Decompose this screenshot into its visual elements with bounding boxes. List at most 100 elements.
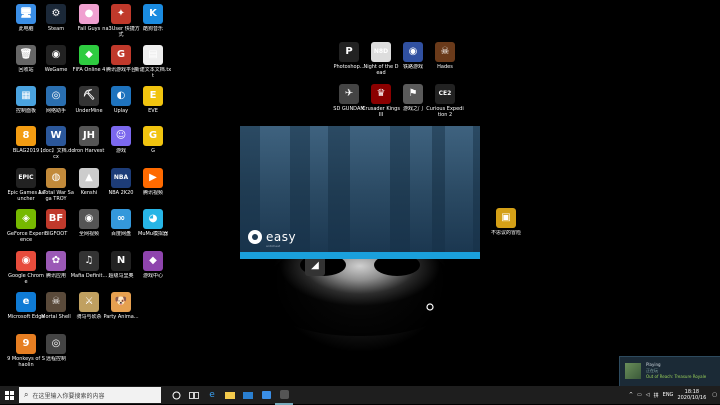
taskbar-app-explorer[interactable] — [221, 386, 239, 404]
taskbar-app-game[interactable] — [275, 385, 293, 405]
easy-logo-subtitle: anticheat — [266, 244, 281, 248]
store-icon — [261, 391, 271, 399]
kuaiya-icon: K — [143, 4, 163, 24]
input-method-icon[interactable]: 拼 — [654, 392, 659, 399]
mouse-cursor-icon — [426, 303, 434, 311]
fifa-icon: ◆ — [79, 45, 99, 65]
nba-icon: NBA — [111, 168, 131, 188]
discord-icon: ☺ — [111, 126, 131, 146]
desktop-icon-label: EVE — [148, 108, 158, 114]
hades-icon: ☠ — [435, 42, 455, 62]
icon-hades[interactable]: ☠ Hades — [426, 42, 464, 70]
desktop-icon-label: Hades — [437, 64, 453, 70]
splash-progress-bar — [240, 252, 480, 259]
desktop-icon-label: MuMu模拟器 — [138, 231, 168, 237]
bigfoot-icon: BF — [46, 209, 66, 229]
notification-center-icon[interactable]: ▢ — [712, 392, 717, 398]
clock-date: 2020/10/16 — [677, 395, 707, 401]
volume-icon[interactable]: ◁ — [646, 392, 650, 398]
splash-light-beam — [410, 126, 432, 259]
word-icon: W — [46, 126, 66, 146]
iron-harvest-icon: JH — [79, 126, 99, 146]
9-monkeys-icon: 9 — [16, 334, 36, 354]
icon-alien-small[interactable]: ◢ — [296, 256, 334, 276]
desktop-icon-label: Party Anima... — [103, 314, 139, 320]
notification-toast[interactable]: Playing 正在玩 Out of Reach: Treasure Royal… — [619, 356, 720, 388]
this-pc-icon: 🖥 — [16, 4, 36, 24]
splash-light-beam — [445, 126, 473, 259]
kenshi-icon: ▲ — [79, 168, 99, 188]
recycle-icon: 🗑 — [16, 45, 36, 65]
sync-icon: ∞ — [111, 209, 131, 229]
taskbar-app-store[interactable] — [257, 386, 275, 404]
blag-icon: 8 — [16, 126, 36, 146]
cortana-button[interactable] — [167, 386, 185, 404]
notification-game-title: Out of Reach: Treasure Royale — [646, 374, 707, 379]
tencent-app-icon: ✿ — [46, 251, 66, 271]
edge-icon: e — [16, 292, 36, 312]
icon-g-game[interactable]: GG — [134, 126, 172, 154]
system-tray: ^ ▭ ◁ 拼 ENG 18:18 2020/10/16 ▢ — [629, 386, 720, 404]
alien-small-icon: ◢ — [305, 256, 325, 276]
game-folder-icon: ⚔ — [79, 292, 99, 312]
tray-overflow-icon[interactable]: ^ — [629, 392, 633, 398]
tools-icon: ◎ — [46, 334, 66, 354]
mafia-icon: ♫ — [79, 251, 99, 271]
taskbar-app-mail[interactable] — [239, 386, 257, 404]
photoshop-icon: P — [339, 42, 359, 62]
desktop-icon-label: 不思议的冒险 — [490, 230, 521, 236]
sd-gundam-icon: ✈ — [339, 84, 359, 104]
curious-expedition-icon: CE2 — [435, 84, 455, 104]
wegame-icon: ◉ — [46, 45, 66, 65]
desktop-icon-label: 腾讯视频 — [142, 190, 163, 196]
new-text-icon: ▤ — [143, 45, 163, 65]
icon-party-animals[interactable]: 🐶 Party Anima... — [102, 292, 140, 320]
start-button[interactable] — [0, 386, 18, 404]
icon-eve[interactable]: E EVE — [134, 86, 172, 114]
eye-icon: ◉ — [79, 209, 99, 229]
railway-icon: ◉ — [403, 42, 423, 62]
game-platform-icon: G — [111, 45, 131, 65]
network-icon[interactable]: ▭ — [637, 392, 642, 398]
task-view-button[interactable] — [185, 386, 203, 404]
taskbar-search-box[interactable]: ⌕ 在这里输入你要搜索的内容 — [19, 387, 161, 403]
icon-game-center[interactable]: ◆ 游戏中心 — [134, 251, 172, 279]
taskbar-app-edge[interactable]: e — [203, 386, 221, 404]
icon-mumu[interactable]: ◕ MuMu模拟器 — [134, 209, 172, 237]
network-icon: ◎ — [46, 86, 66, 106]
icon-new-text[interactable]: ▤ 新建文本文档.txt — [134, 45, 172, 79]
edge-icon: e — [209, 390, 215, 400]
clock[interactable]: 18:18 2020/10/16 — [677, 389, 706, 401]
folder-icon — [225, 391, 235, 399]
mortal-shell-icon: ☠ — [46, 292, 66, 312]
epic-icon: EPIC — [16, 168, 36, 188]
search-icon: ⌕ — [24, 390, 29, 399]
total-war-icon: ◍ — [46, 168, 66, 188]
icon-kuaiya[interactable]: K 酷狗音乐 — [134, 4, 172, 32]
icon-curious-expedition[interactable]: CE2 Curious Expedition 2 — [426, 84, 464, 118]
fall-guys-icon: ● — [79, 4, 99, 24]
g-game-icon: G — [143, 126, 163, 146]
desktop-icon-label: Curious Expedition 2 — [426, 106, 464, 118]
cortana-circle-icon — [172, 391, 180, 399]
geforce-icon: ◈ — [16, 209, 36, 229]
game-app-icon — [279, 389, 289, 399]
crusader-kings-icon: ♛ — [371, 84, 391, 104]
night-of-dead-icon: N8D — [371, 42, 391, 62]
taskbar: ⌕ 在这里输入你要搜索的内容 e — [0, 385, 720, 405]
chrome-icon: ◉ — [16, 251, 36, 271]
desktop-icon-label: 远程控制 — [45, 356, 66, 362]
party-animals-icon: 🐶 — [111, 292, 131, 312]
game-chn-icon: ⚑ — [403, 84, 423, 104]
undermine-icon: ⛏ — [79, 86, 99, 106]
icon-tools[interactable]: ◎ 远程控制 — [37, 334, 75, 362]
control-panel-icon: ▦ — [16, 86, 36, 106]
n-game-icon: N — [111, 251, 131, 271]
desktop-icon-label: 游戏中心 — [142, 273, 163, 279]
icon-tencent-video[interactable]: ▶ 腾讯视频 — [134, 168, 172, 196]
eve-icon: E — [143, 86, 163, 106]
language-indicator[interactable]: ENG — [663, 392, 674, 398]
windows-logo-icon — [4, 390, 14, 400]
icon-right-game[interactable]: ▣ 不思议的冒险 — [487, 208, 525, 236]
mail-icon — [243, 391, 253, 399]
